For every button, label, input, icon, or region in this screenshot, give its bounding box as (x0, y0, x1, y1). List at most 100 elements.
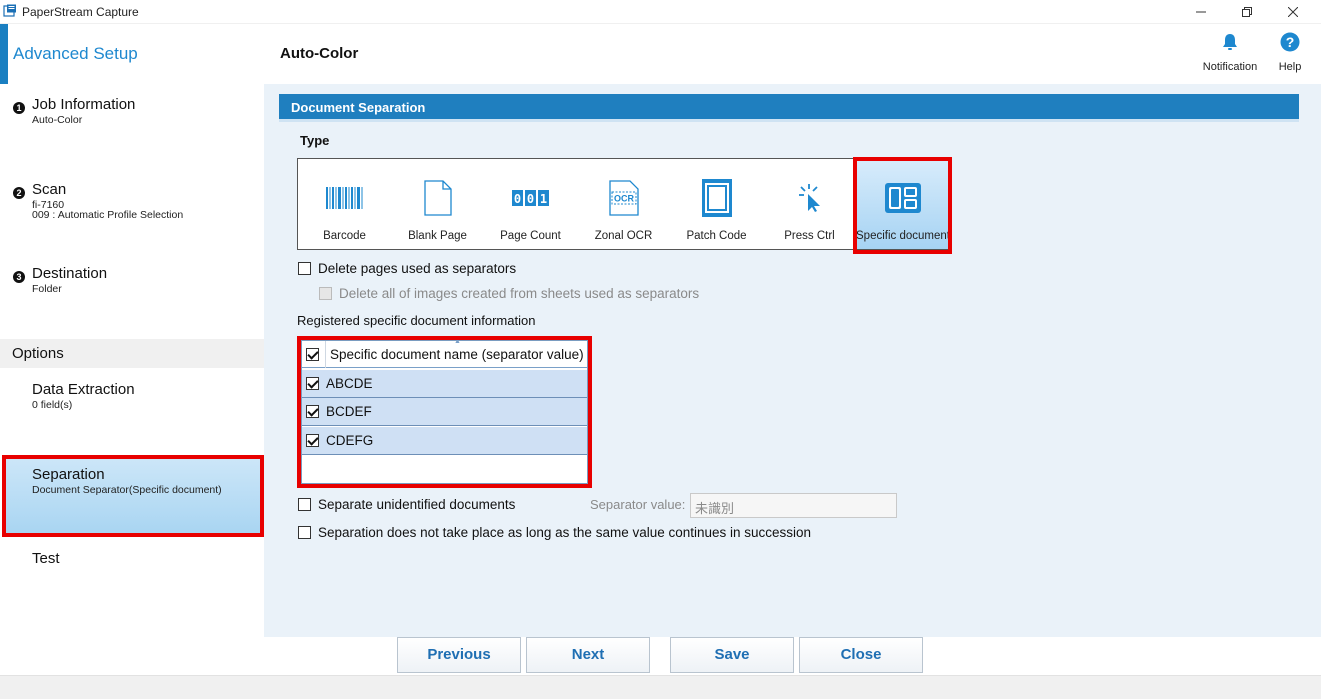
sidebar-accent-bar (0, 24, 8, 84)
svg-text:OCR: OCR (614, 194, 635, 204)
bell-icon (1223, 34, 1237, 50)
delete-pages-label: Delete pages used as separators (318, 261, 517, 276)
specific-document-grid: ▲ Specific document name (separator valu… (301, 338, 588, 484)
separator-value-input[interactable]: 未識別 (690, 493, 897, 518)
close-button[interactable]: Close (799, 637, 923, 673)
sidebar-item-test[interactable]: Test (0, 550, 264, 580)
zonal-ocr-icon: OCR (608, 180, 639, 216)
type-patch-code[interactable]: Patch Code (670, 159, 763, 249)
header-divider (325, 341, 326, 368)
close-window-button[interactable] (1270, 0, 1316, 24)
sidebar-step-scan[interactable]: 2 Scan fi-7160 009 : Automatic Profile S… (0, 181, 264, 241)
step-number-badge: 1 (13, 102, 25, 114)
separate-unidentified-checkbox[interactable] (298, 498, 311, 511)
next-button[interactable]: Next (526, 637, 650, 673)
item-sub-label: Document Separator(Specific document) (32, 484, 222, 496)
status-bar (0, 675, 1321, 699)
type-label: Type (300, 133, 330, 148)
row-name: ABCDE (326, 376, 373, 391)
page-title: Auto-Color (280, 45, 359, 62)
delete-images-checkbox (319, 287, 332, 300)
type-label-text: Blank Page (408, 230, 467, 242)
no-separation-checkbox[interactable] (298, 526, 311, 539)
previous-button[interactable]: Previous (397, 637, 521, 673)
grid-column-header[interactable]: Specific document name (separator value) (330, 347, 584, 362)
separator-value-label: Separator value: (590, 497, 686, 512)
grid-header: ▲ Specific document name (separator valu… (302, 338, 587, 368)
help-label: Help (1278, 61, 1302, 73)
notification-label: Notification (1202, 61, 1258, 73)
separation-type-selector: Barcode Blank Page 0 0 1 Page Count OCR … (297, 158, 950, 250)
type-blank-page[interactable]: Blank Page (391, 159, 484, 249)
restore-button[interactable] (1224, 0, 1270, 24)
sort-indicator-icon: ▲ (454, 338, 461, 345)
delete-images-option: Delete all of images created from sheets… (319, 286, 699, 301)
table-row[interactable]: CDEFG (302, 427, 587, 455)
options-label: Options (12, 345, 64, 362)
svg-text:?: ? (1286, 34, 1295, 50)
type-label-text: Barcode (323, 230, 366, 242)
svg-text:0: 0 (526, 192, 533, 206)
row-name: CDEFG (326, 433, 374, 448)
sidebar-item-separation-text: Separation Document Separator(Specific d… (0, 466, 264, 506)
item-sub-label: 0 field(s) (32, 399, 73, 411)
svg-text:0: 0 (513, 192, 520, 206)
close-icon (1288, 7, 1298, 17)
sidebar-heading: Advanced Setup (13, 44, 138, 63)
sidebar-step-destination[interactable]: 3 Destination Folder (0, 265, 264, 325)
row-checkbox[interactable] (306, 405, 319, 418)
step-number-badge: 2 (13, 187, 25, 199)
barcode-icon (325, 187, 362, 209)
type-barcode[interactable]: Barcode (298, 159, 391, 249)
no-separation-option[interactable]: Separation does not take place as long a… (298, 525, 811, 540)
press-ctrl-icon (798, 184, 820, 212)
type-label-text: Specific document (856, 230, 950, 242)
help-button[interactable]: ? Help (1271, 32, 1309, 73)
item-label: Separation (32, 466, 105, 483)
step-sub-label: 009 : Automatic Profile Selection (32, 209, 184, 221)
item-label: Test (32, 550, 60, 567)
specific-document-icon (884, 183, 921, 213)
type-label-text: Patch Code (686, 230, 747, 242)
step-label: Destination (32, 265, 108, 282)
row-name: BCDEF (326, 404, 372, 419)
registered-info-label: Registered specific document information (297, 313, 536, 328)
delete-pages-checkbox[interactable] (298, 262, 311, 275)
section-header: Document Separation (279, 94, 1299, 122)
table-row[interactable]: BCDEF (302, 398, 587, 426)
type-zonal-ocr[interactable]: OCR Zonal OCR (577, 159, 670, 249)
type-specific-document[interactable]: Specific document (856, 159, 950, 249)
item-label: Data Extraction (32, 381, 135, 398)
minimize-icon (1196, 11, 1206, 13)
title-bar: PaperStream Capture (0, 0, 1321, 24)
type-label-text: Zonal OCR (594, 230, 653, 242)
options-header: Options (0, 339, 264, 368)
save-button[interactable]: Save (670, 637, 794, 673)
help-icon: ? (1280, 32, 1300, 52)
patch-code-icon (701, 179, 732, 217)
type-label-text: Page Count (500, 230, 561, 242)
separate-unidentified-label: Separate unidentified documents (318, 497, 516, 512)
table-row[interactable]: ABCDE (302, 370, 587, 398)
app-icon (3, 4, 16, 17)
separate-unidentified-option[interactable]: Separate unidentified documents (298, 497, 515, 512)
blank-page-icon (423, 180, 452, 216)
delete-pages-option[interactable]: Delete pages used as separators (298, 261, 516, 276)
step-label: Scan (32, 181, 67, 198)
type-press-ctrl[interactable]: Press Ctrl (763, 159, 856, 249)
step-sub-label: Auto-Color (32, 114, 83, 126)
select-all-checkbox[interactable] (306, 348, 319, 361)
row-checkbox[interactable] (306, 377, 319, 390)
sidebar-item-data-extraction[interactable]: Data Extraction 0 field(s) (0, 381, 264, 441)
type-page-count[interactable]: 0 0 1 Page Count (484, 159, 577, 249)
step-number-badge: 3 (13, 271, 25, 283)
restore-icon (1242, 7, 1252, 17)
svg-text:1: 1 (539, 192, 546, 206)
step-sub-label: Folder (32, 283, 62, 295)
notification-button[interactable]: Notification (1198, 32, 1262, 73)
delete-images-label: Delete all of images created from sheets… (339, 286, 700, 301)
sidebar-step-job-information[interactable]: 1 Job Information Auto-Color (0, 96, 264, 156)
minimize-button[interactable] (1178, 0, 1224, 24)
section-title: Document Separation (291, 100, 426, 115)
row-checkbox[interactable] (306, 434, 319, 447)
